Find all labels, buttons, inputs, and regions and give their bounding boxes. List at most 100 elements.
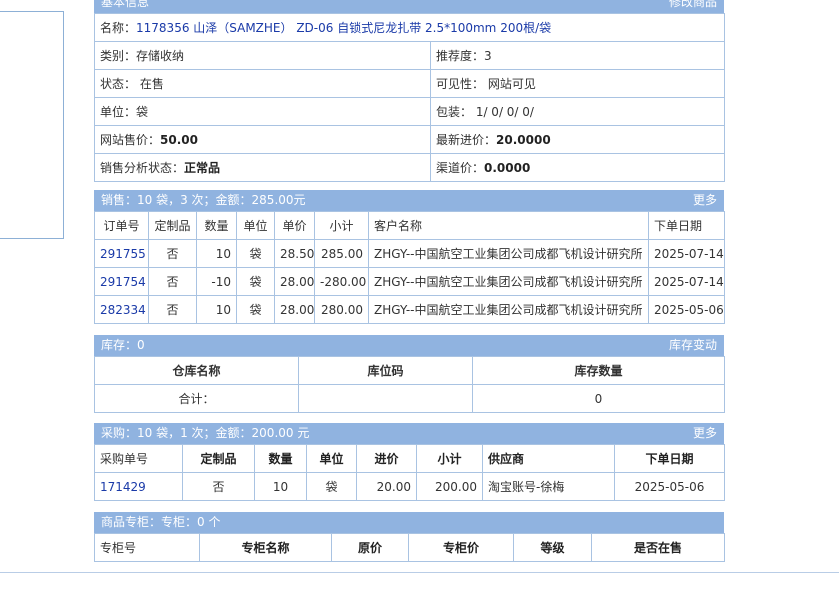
col-price: 单价	[274, 211, 315, 240]
counter-table: 专柜号 专柜名称 原价 专柜价 等级 是否在售	[94, 533, 725, 562]
price-cell: 28.00	[274, 267, 315, 296]
left-side-panel	[0, 11, 64, 239]
basic-info-header: 基本信息 修改商品	[94, 0, 724, 13]
col-counter-name: 专柜名称	[199, 533, 332, 562]
order-link[interactable]: 282334	[100, 303, 146, 317]
custom-cell: 否	[148, 295, 197, 324]
counter-title: 商品专柜：专柜：0 个	[101, 515, 221, 529]
col-level: 等级	[513, 533, 592, 562]
product-name-cell: 名称：1178356 山泽（SAMZHE） ZD-06 自锁式尼龙扎带 2.5*…	[93, 13, 726, 42]
col-stock-qty: 库存数量	[472, 356, 725, 385]
date-cell: 2025-07-14	[648, 267, 725, 296]
subtotal-cell: 200.00	[416, 472, 483, 501]
recommend-cell: 推荐度：3	[429, 41, 726, 70]
custom-cell: 否	[148, 267, 197, 296]
col-original-price: 原价	[331, 533, 409, 562]
sales-more-link[interactable]: 更多	[693, 190, 717, 211]
custom-cell: 否	[182, 472, 255, 501]
site-price-label: 网站售价：	[100, 133, 161, 147]
col-qty: 数量	[196, 211, 237, 240]
order-link[interactable]: 291755	[100, 247, 146, 261]
product-name-link[interactable]: 1178356 山泽（SAMZHE） ZD-06 自锁式尼龙扎带 2.5*100…	[136, 21, 551, 35]
channel-price-value: 0.0000	[484, 161, 531, 175]
unit-cell: 袋	[236, 239, 275, 268]
col-purchase-no: 采购单号	[94, 444, 183, 473]
purchase-more-link[interactable]: 更多	[693, 423, 717, 444]
sales-status-label: 销售分析状态：	[100, 161, 185, 175]
sales-panel: 销售：10 袋，3 次；金额：285.00元 更多 订单号 定制品 数量 单位 …	[94, 190, 725, 324]
price-cell: 28.00	[274, 295, 315, 324]
customer-cell: ZHGY--中国航空工业集团公司成都飞机设计研究所	[368, 267, 649, 296]
customer-cell: ZHGY--中国航空工业集团公司成都飞机设计研究所	[368, 295, 649, 324]
order-link[interactable]: 291754	[100, 275, 146, 289]
latest-cost-value: 20.0000	[496, 133, 551, 147]
counter-header-row: 专柜号 专柜名称 原价 专柜价 等级 是否在售	[94, 533, 725, 562]
stock-table: 仓库名称 库位码 库存数量 合计： 0	[94, 356, 725, 413]
latest-cost-label: 最新进价：	[436, 133, 497, 147]
col-date: 下单日期	[648, 211, 725, 240]
basic-info-title: 基本信息	[101, 0, 150, 9]
table-row: 291754 否 -10 袋 28.00 -280.00 ZHGY--中国航空工…	[94, 267, 725, 296]
stock-title: 库存：0	[101, 338, 145, 352]
empty-cell	[298, 384, 473, 413]
supplier-cell: 淘宝账号-徐梅	[482, 472, 615, 501]
stock-total-value: 0	[472, 384, 725, 413]
table-row: 291755 否 10 袋 28.50 285.00 ZHGY--中国航空工业集…	[94, 239, 725, 268]
col-order-no: 订单号	[94, 211, 149, 240]
col-on-sale: 是否在售	[591, 533, 725, 562]
visibility-cell: 可见性： 网站可见	[429, 69, 726, 98]
subtotal-cell: 285.00	[314, 239, 369, 268]
col-custom: 定制品	[182, 444, 255, 473]
unit-cell: 袋	[236, 267, 275, 296]
col-custom: 定制品	[148, 211, 197, 240]
purchase-header: 采购：10 袋，1 次；金额：200.00 元 更多	[94, 423, 724, 444]
customer-cell: ZHGY--中国航空工业集团公司成都飞机设计研究所	[368, 239, 649, 268]
date-cell: 2025-07-14	[648, 239, 725, 268]
col-subtotal: 小计	[416, 444, 483, 473]
stock-changes-link[interactable]: 库存变动	[669, 335, 717, 356]
basic-info-panel: 基本信息 修改商品 名称：1178356 山泽（SAMZHE） ZD-06 自锁…	[93, 0, 726, 182]
qty-cell: -10	[196, 267, 237, 296]
stock-total-row: 合计： 0	[94, 384, 725, 413]
package-cell: 包装： 1/ 0/ 0/ 0/	[429, 97, 726, 126]
site-price-value: 50.00	[160, 133, 198, 147]
col-qty: 数量	[254, 444, 307, 473]
col-warehouse: 仓库名称	[94, 356, 299, 385]
col-supplier: 供应商	[482, 444, 615, 473]
channel-price-label: 渠道价：	[436, 161, 485, 175]
qty-cell: 10	[196, 295, 237, 324]
bottom-divider	[0, 572, 839, 573]
sales-status-cell: 销售分析状态：正常品	[94, 153, 431, 182]
sales-header-row: 订单号 定制品 数量 单位 单价 小计 客户名称 下单日期	[94, 211, 725, 240]
category-cell: 类别：存储收纳	[94, 41, 431, 70]
subtotal-cell: -280.00	[314, 267, 369, 296]
sales-table: 订单号 定制品 数量 单位 单价 小计 客户名称 下单日期 291755 否 1…	[94, 211, 725, 324]
channel-price-cell: 渠道价：0.0000	[429, 153, 726, 182]
subtotal-cell: 280.00	[314, 295, 369, 324]
purchase-table: 采购单号 定制品 数量 单位 进价 小计 供应商 下单日期 171429 否 1…	[94, 444, 725, 501]
col-unit: 单位	[236, 211, 275, 240]
stock-total-label: 合计：	[94, 384, 299, 413]
edit-product-link[interactable]: 修改商品	[669, 0, 717, 13]
stock-panel: 库存：0 库存变动 仓库名称 库位码 库存数量 合计： 0	[94, 335, 725, 413]
date-cell: 2025-05-06	[648, 295, 725, 324]
col-counter-no: 专柜号	[94, 533, 200, 562]
col-location: 库位码	[298, 356, 473, 385]
col-subtotal: 小计	[314, 211, 369, 240]
latest-cost-cell: 最新进价：20.0000	[429, 125, 726, 154]
purchase-title: 采购：10 袋，1 次；金额：200.00 元	[101, 426, 310, 440]
table-row: 171429 否 10 袋 20.00 200.00 淘宝账号-徐梅 2025-…	[94, 472, 725, 501]
qty-cell: 10	[196, 239, 237, 268]
sales-status-value: 正常品	[184, 161, 221, 175]
basic-info-table: 名称：1178356 山泽（SAMZHE） ZD-06 自锁式尼龙扎带 2.5*…	[93, 13, 726, 182]
purchase-order-link[interactable]: 171429	[100, 480, 146, 494]
col-unit: 单位	[306, 444, 357, 473]
purchase-panel: 采购：10 袋，1 次；金额：200.00 元 更多 采购单号 定制品 数量 单…	[94, 423, 725, 501]
sales-title: 销售：10 袋，3 次；金额：285.00元	[101, 193, 306, 207]
qty-cell: 10	[254, 472, 307, 501]
col-date: 下单日期	[614, 444, 725, 473]
date-cell: 2025-05-06	[614, 472, 725, 501]
cost-cell: 20.00	[356, 472, 417, 501]
col-cost: 进价	[356, 444, 417, 473]
custom-cell: 否	[148, 239, 197, 268]
